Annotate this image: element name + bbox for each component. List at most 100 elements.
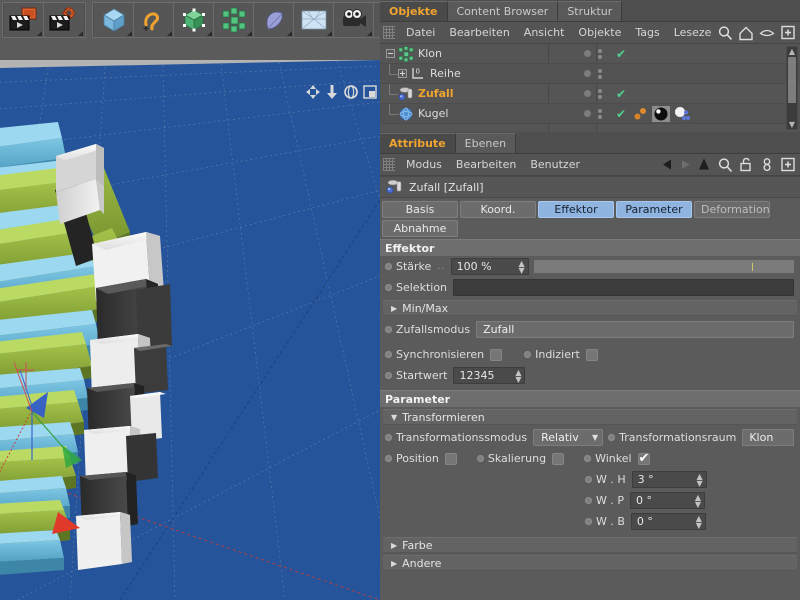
object-visibility-dots[interactable]: [570, 88, 616, 99]
object-tags[interactable]: [628, 105, 800, 122]
animate-bullet-icon[interactable]: [585, 497, 592, 504]
mograph-button[interactable]: [214, 3, 254, 37]
dolly-view-icon[interactable]: [324, 84, 340, 100]
animate-bullet-icon[interactable]: [585, 518, 592, 525]
menu-ansicht[interactable]: Ansicht: [517, 23, 572, 43]
tab-abnahme[interactable]: Abnahme: [382, 220, 458, 237]
object-row-klon[interactable]: Klon ✔: [380, 44, 800, 64]
tab-effektor[interactable]: Effektor: [538, 201, 614, 218]
pan-view-icon[interactable]: [305, 84, 321, 100]
maximize-view-icon[interactable]: [362, 84, 378, 100]
eye-icon[interactable]: [759, 24, 775, 41]
menu-modus[interactable]: Modus: [399, 155, 449, 175]
staerke-input[interactable]: 100 % ▲ ▼: [450, 258, 529, 275]
animate-bullet-icon[interactable]: [385, 351, 392, 358]
enable-check-icon[interactable]: ✔: [616, 47, 628, 61]
deformer-button[interactable]: [254, 3, 294, 37]
link-chain-icon[interactable]: [759, 156, 775, 173]
object-visibility-dots[interactable]: [570, 68, 616, 79]
transformationsraum-field[interactable]: Klon: [742, 429, 795, 446]
animate-bullet-icon[interactable]: [585, 476, 592, 483]
expander-klon[interactable]: [386, 49, 395, 58]
render-settings-button[interactable]: [44, 3, 84, 37]
tab-objekte[interactable]: Objekte: [380, 1, 448, 21]
winkel-b-spinner[interactable]: ▲ ▼: [696, 514, 703, 529]
staerke-spinner[interactable]: ▲ ▼: [519, 259, 526, 274]
group-transformieren[interactable]: ▼ Transformieren: [383, 409, 797, 425]
group-andere[interactable]: ▶ Andere: [383, 555, 797, 571]
skalierung-checkbox[interactable]: [552, 452, 565, 465]
object-visibility-dots[interactable]: [570, 108, 616, 119]
animate-bullet-icon[interactable]: [584, 455, 592, 462]
animate-bullet-icon[interactable]: [524, 351, 532, 358]
render-visibility-dot[interactable]: [584, 70, 591, 77]
synchronisieren-checkbox[interactable]: [490, 348, 503, 361]
animate-bullet-icon[interactable]: [385, 263, 392, 270]
menu-datei[interactable]: Datei: [399, 23, 442, 43]
tab-basis[interactable]: Basis: [382, 201, 458, 218]
render-visibility-dot[interactable]: [584, 50, 591, 57]
tab-deformation[interactable]: Deformation: [694, 201, 770, 218]
zufallsmodus-dropdown[interactable]: Zufall: [476, 321, 794, 338]
panel-gripper[interactable]: [383, 158, 395, 171]
winkel-b-input[interactable]: 0 ° ▲ ▼: [630, 513, 706, 530]
animate-bullet-icon[interactable]: [476, 455, 484, 462]
animate-bullet-icon[interactable]: [385, 434, 392, 441]
spline-button[interactable]: [134, 3, 174, 37]
menu-bearbeiten[interactable]: Bearbeiten: [442, 23, 516, 43]
animate-bullet-icon[interactable]: [385, 326, 392, 333]
tab-parameter[interactable]: Parameter: [616, 201, 692, 218]
search-icon[interactable]: [717, 24, 733, 41]
group-farbe[interactable]: ▶ Farbe: [383, 537, 797, 553]
transformationsmodus-dropdown[interactable]: Relativ ▼: [533, 429, 604, 446]
add-layer-icon[interactable]: [780, 24, 796, 41]
mograph-color-tag[interactable]: [633, 106, 649, 122]
selektion-input[interactable]: [453, 279, 794, 296]
menu-leseze[interactable]: Leseze: [667, 23, 719, 43]
perspective-viewport[interactable]: [0, 40, 380, 600]
camera-button[interactable]: [334, 3, 374, 37]
winkel-h-spinner[interactable]: ▲ ▼: [696, 472, 703, 487]
menu-benutzer[interactable]: Benutzer: [523, 155, 587, 175]
animate-bullet-icon[interactable]: [385, 284, 392, 291]
animate-bullet-icon[interactable]: [608, 434, 616, 441]
scroll-up-icon[interactable]: ▲: [789, 47, 795, 56]
expander-reihe[interactable]: [398, 69, 407, 78]
winkel-h-input[interactable]: 3 ° ▲ ▼: [631, 471, 707, 488]
menu-tags[interactable]: Tags: [628, 23, 666, 43]
tab-content-browser[interactable]: Content Browser: [447, 1, 559, 21]
group-minmax[interactable]: ▶ Min/Max: [383, 300, 797, 316]
animate-bullet-icon[interactable]: [385, 372, 392, 379]
animate-bullet-icon[interactable]: [385, 455, 392, 462]
tab-attribute[interactable]: Attribute: [380, 133, 456, 153]
cube-primitive-button[interactable]: [94, 3, 134, 37]
winkel-p-spinner[interactable]: ▲ ▼: [695, 493, 702, 508]
render-view-button[interactable]: [4, 3, 44, 37]
staerke-slider[interactable]: [532, 259, 795, 274]
object-manager-list[interactable]: Klon ✔ 0 Reihe Zufall ✔ Kugel ✔ ▲ ▼: [380, 44, 800, 132]
rotate-view-icon[interactable]: [343, 84, 359, 100]
object-row-zufall[interactable]: Zufall ✔: [380, 83, 800, 104]
startwert-spinner[interactable]: ▲ ▼: [515, 368, 522, 383]
object-visibility-dots[interactable]: [570, 48, 616, 59]
scroll-thumb[interactable]: [788, 57, 796, 103]
unlock-icon[interactable]: [738, 156, 754, 173]
add-icon[interactable]: [780, 156, 796, 173]
tab-ebenen[interactable]: Ebenen: [455, 133, 517, 153]
editor-visibility-dots[interactable]: [598, 48, 602, 59]
search-icon[interactable]: [717, 156, 733, 173]
position-checkbox[interactable]: [444, 452, 457, 465]
indiziert-checkbox[interactable]: [585, 348, 598, 361]
home-icon[interactable]: [738, 24, 754, 41]
tab-koord[interactable]: Koord.: [460, 201, 536, 218]
scroll-down-icon[interactable]: ▼: [789, 120, 795, 129]
editor-visibility-dots[interactable]: [598, 108, 602, 119]
scene-button[interactable]: [294, 3, 334, 37]
menu-objekte[interactable]: Objekte: [571, 23, 628, 43]
winkel-checkbox[interactable]: [637, 451, 650, 466]
winkel-p-input[interactable]: 0 ° ▲ ▼: [630, 492, 705, 509]
render-visibility-dot[interactable]: [584, 90, 591, 97]
object-row-kugel[interactable]: Kugel ✔: [380, 103, 800, 124]
forward-arrow-icon[interactable]: [677, 156, 691, 173]
editor-visibility-dots[interactable]: [598, 88, 602, 99]
